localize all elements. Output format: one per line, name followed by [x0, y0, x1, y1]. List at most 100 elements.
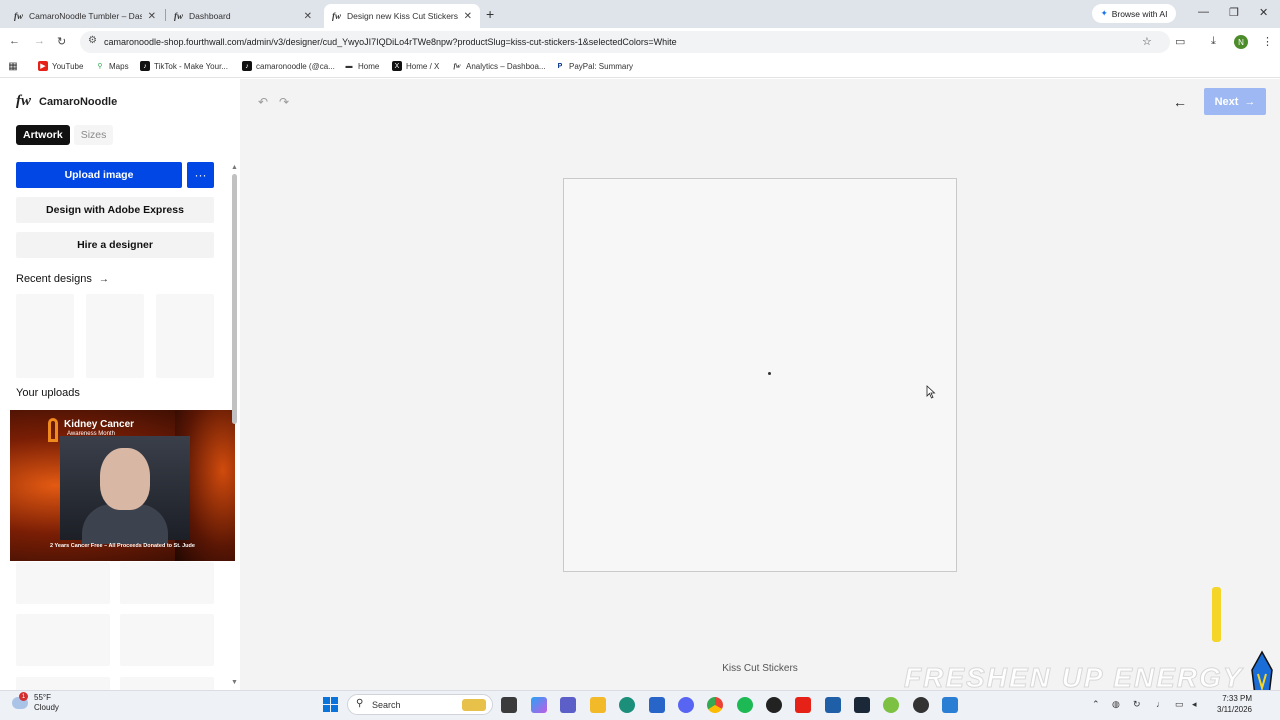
x-logo-icon: X	[392, 61, 402, 71]
chrome-icon[interactable]	[707, 697, 723, 713]
apps-grid-icon[interactable]: ▦	[8, 61, 18, 72]
recent-design-thumbnail[interactable]	[16, 294, 74, 378]
store-icon[interactable]	[649, 697, 665, 713]
photos-icon[interactable]	[942, 697, 958, 713]
cast-icon[interactable]: ▭	[1175, 35, 1185, 48]
webtoons-icon[interactable]	[883, 697, 899, 713]
fourthwall-logo-icon: fw	[16, 93, 31, 109]
bookmark-label: Home	[358, 61, 380, 71]
tiktok-icon: ♪	[140, 61, 150, 71]
youtube-icon: ▶	[38, 61, 48, 71]
obs-icon[interactable]	[766, 697, 782, 713]
close-window-icon[interactable]: ✕	[1259, 6, 1268, 19]
taskbar-search[interactable]: ⚲ Search	[347, 694, 493, 715]
uploaded-image-thumbnail[interactable]: Kidney Cancer Awareness Month 2 Years Ca…	[10, 410, 235, 561]
taskbar-clock[interactable]: 7:33 PM 3/11/2026	[1210, 693, 1252, 715]
bookmark-analytics[interactable]: fw Analytics – Dashboa...	[452, 61, 546, 71]
more-options-button[interactable]: ···	[187, 162, 214, 188]
mouse-cursor-icon	[926, 385, 936, 399]
cloudy-weather-icon: 1	[12, 692, 28, 709]
forward-icon[interactable]: →	[34, 35, 45, 47]
task-view-icon[interactable]	[501, 697, 517, 713]
bookmark-x-home[interactable]: X Home / X	[392, 61, 439, 71]
bookmark-label: Analytics – Dashboa...	[466, 61, 546, 71]
bookmark-home[interactable]: ▬ Home	[344, 61, 380, 71]
microphone-tray-icon[interactable]: ♩	[1156, 699, 1165, 709]
recent-design-thumbnail[interactable]	[156, 294, 214, 378]
close-tab-icon[interactable]: ✕	[148, 11, 156, 22]
bookmark-camaronoodle[interactable]: ♪ camaronoodle (@ca...	[242, 61, 335, 71]
network-tray-icon[interactable]: ◍	[1112, 699, 1120, 710]
recent-design-thumbnail[interactable]	[86, 294, 144, 378]
bookmark-maps[interactable]: ⚲ Maps	[95, 61, 129, 71]
bookmark-label: Maps	[109, 61, 129, 71]
next-label: Next	[1214, 95, 1239, 108]
hire-a-designer-button[interactable]: Hire a designer	[16, 232, 214, 258]
weather-widget[interactable]: 1 55°F Cloudy	[12, 692, 59, 713]
scroll-down-arrow-icon[interactable]: ▼	[231, 679, 238, 686]
discord-icon[interactable]	[678, 697, 694, 713]
browse-with-ai-button[interactable]: ✦ Browse with AI	[1092, 4, 1176, 23]
fourthwall-favicon-icon: fw	[453, 62, 461, 70]
awareness-ribbon-icon	[48, 418, 58, 442]
close-tab-icon[interactable]: ✕	[464, 11, 472, 22]
back-icon[interactable]: ←	[9, 35, 20, 47]
restore-icon[interactable]: ❐	[1229, 6, 1239, 19]
bookmark-tiktok[interactable]: ♪ TikTok - Make Your...	[140, 61, 228, 71]
browser-tab-strip: fw CamaroNoodle Tumbler – Dash ✕ fw Dash…	[0, 0, 1280, 28]
file-explorer-icon[interactable]	[590, 697, 606, 713]
weather-description: Cloudy	[34, 703, 59, 712]
design-with-adobe-express-button[interactable]: Design with Adobe Express	[16, 197, 214, 223]
undo-icon[interactable]: ↶	[258, 95, 268, 109]
sidebar-scrollbar-thumb[interactable]	[232, 174, 237, 424]
search-placeholder: Search	[372, 699, 401, 710]
tab-dashboard[interactable]: fw Dashboard ✕	[166, 4, 320, 28]
youtube-app-icon[interactable]	[795, 697, 811, 713]
maps-pin-icon: ⚲	[97, 63, 103, 70]
upload-caption: 2 Years Cancer Free – All Proceeds Donat…	[50, 543, 195, 549]
display-tray-icon[interactable]: ▭	[1175, 699, 1184, 710]
profile-avatar[interactable]: N	[1234, 35, 1248, 49]
designer-sidebar: fw CamaroNoodle Artwork Sizes Upload ima…	[0, 79, 240, 690]
scroll-up-arrow-icon[interactable]: ▲	[231, 164, 238, 171]
tray-overflow-icon[interactable]: ⌃	[1092, 699, 1100, 710]
reload-icon[interactable]: ↻	[57, 35, 66, 48]
close-tab-icon[interactable]: ✕	[304, 11, 312, 22]
bookmark-youtube[interactable]: ▶ YouTube	[38, 61, 83, 71]
redo-icon[interactable]: ↷	[279, 95, 289, 109]
new-tab-icon[interactable]: +	[486, 6, 494, 22]
upload-image-button[interactable]: Upload image	[16, 162, 182, 188]
spotify-icon[interactable]	[737, 697, 753, 713]
upload-placeholder	[120, 614, 214, 666]
tab-sizes[interactable]: Sizes	[73, 125, 114, 145]
sync-tray-icon[interactable]: ↻	[1133, 699, 1141, 710]
download-icon[interactable]: ⤓	[1211, 35, 1216, 48]
person-shirt	[82, 504, 168, 544]
minimize-icon[interactable]: —	[1198, 6, 1209, 18]
tab-artwork[interactable]: Artwork	[16, 125, 70, 145]
tab-title: Dashboard	[189, 11, 231, 21]
bookmark-star-icon[interactable]: ☆	[1142, 35, 1152, 48]
recent-designs-link[interactable]: Recent designs →	[16, 273, 109, 285]
volume-tray-icon[interactable]: ◂	[1192, 699, 1197, 710]
app-icon[interactable]	[913, 697, 929, 713]
tab-tumbler-dashboard[interactable]: fw CamaroNoodle Tumbler – Dash ✕	[6, 4, 164, 28]
artboard[interactable]	[563, 178, 957, 572]
copilot-icon[interactable]	[531, 697, 547, 713]
media-player-icon[interactable]	[825, 697, 841, 713]
edge-icon[interactable]	[619, 697, 635, 713]
bookmark-label: Home / X	[406, 61, 440, 71]
bookmarks-bar: ▦ ▶ YouTube ⚲ Maps ♪ TikTok - Make Your.…	[0, 56, 1280, 78]
next-button[interactable]: Next →	[1204, 88, 1266, 115]
teams-icon[interactable]	[560, 697, 576, 713]
tab-title: Design new Kiss Cut Stickers	[347, 11, 458, 21]
windows-start-icon[interactable]	[323, 697, 338, 712]
bookmark-paypal[interactable]: P PayPal: Summary	[555, 61, 633, 71]
url-text[interactable]: camaronoodle-shop.fourthwall.com/admin/v…	[104, 37, 677, 47]
back-arrow-icon[interactable]: ←	[1173, 94, 1187, 110]
site-info-icon[interactable]: ⚙	[88, 35, 97, 46]
menu-kebab-icon[interactable]: ⋮	[1262, 35, 1273, 48]
steam-icon[interactable]	[854, 697, 870, 713]
tab-design-kiss-cut-stickers[interactable]: fw Design new Kiss Cut Stickers ✕	[324, 4, 480, 28]
paypal-icon: P	[557, 62, 563, 70]
